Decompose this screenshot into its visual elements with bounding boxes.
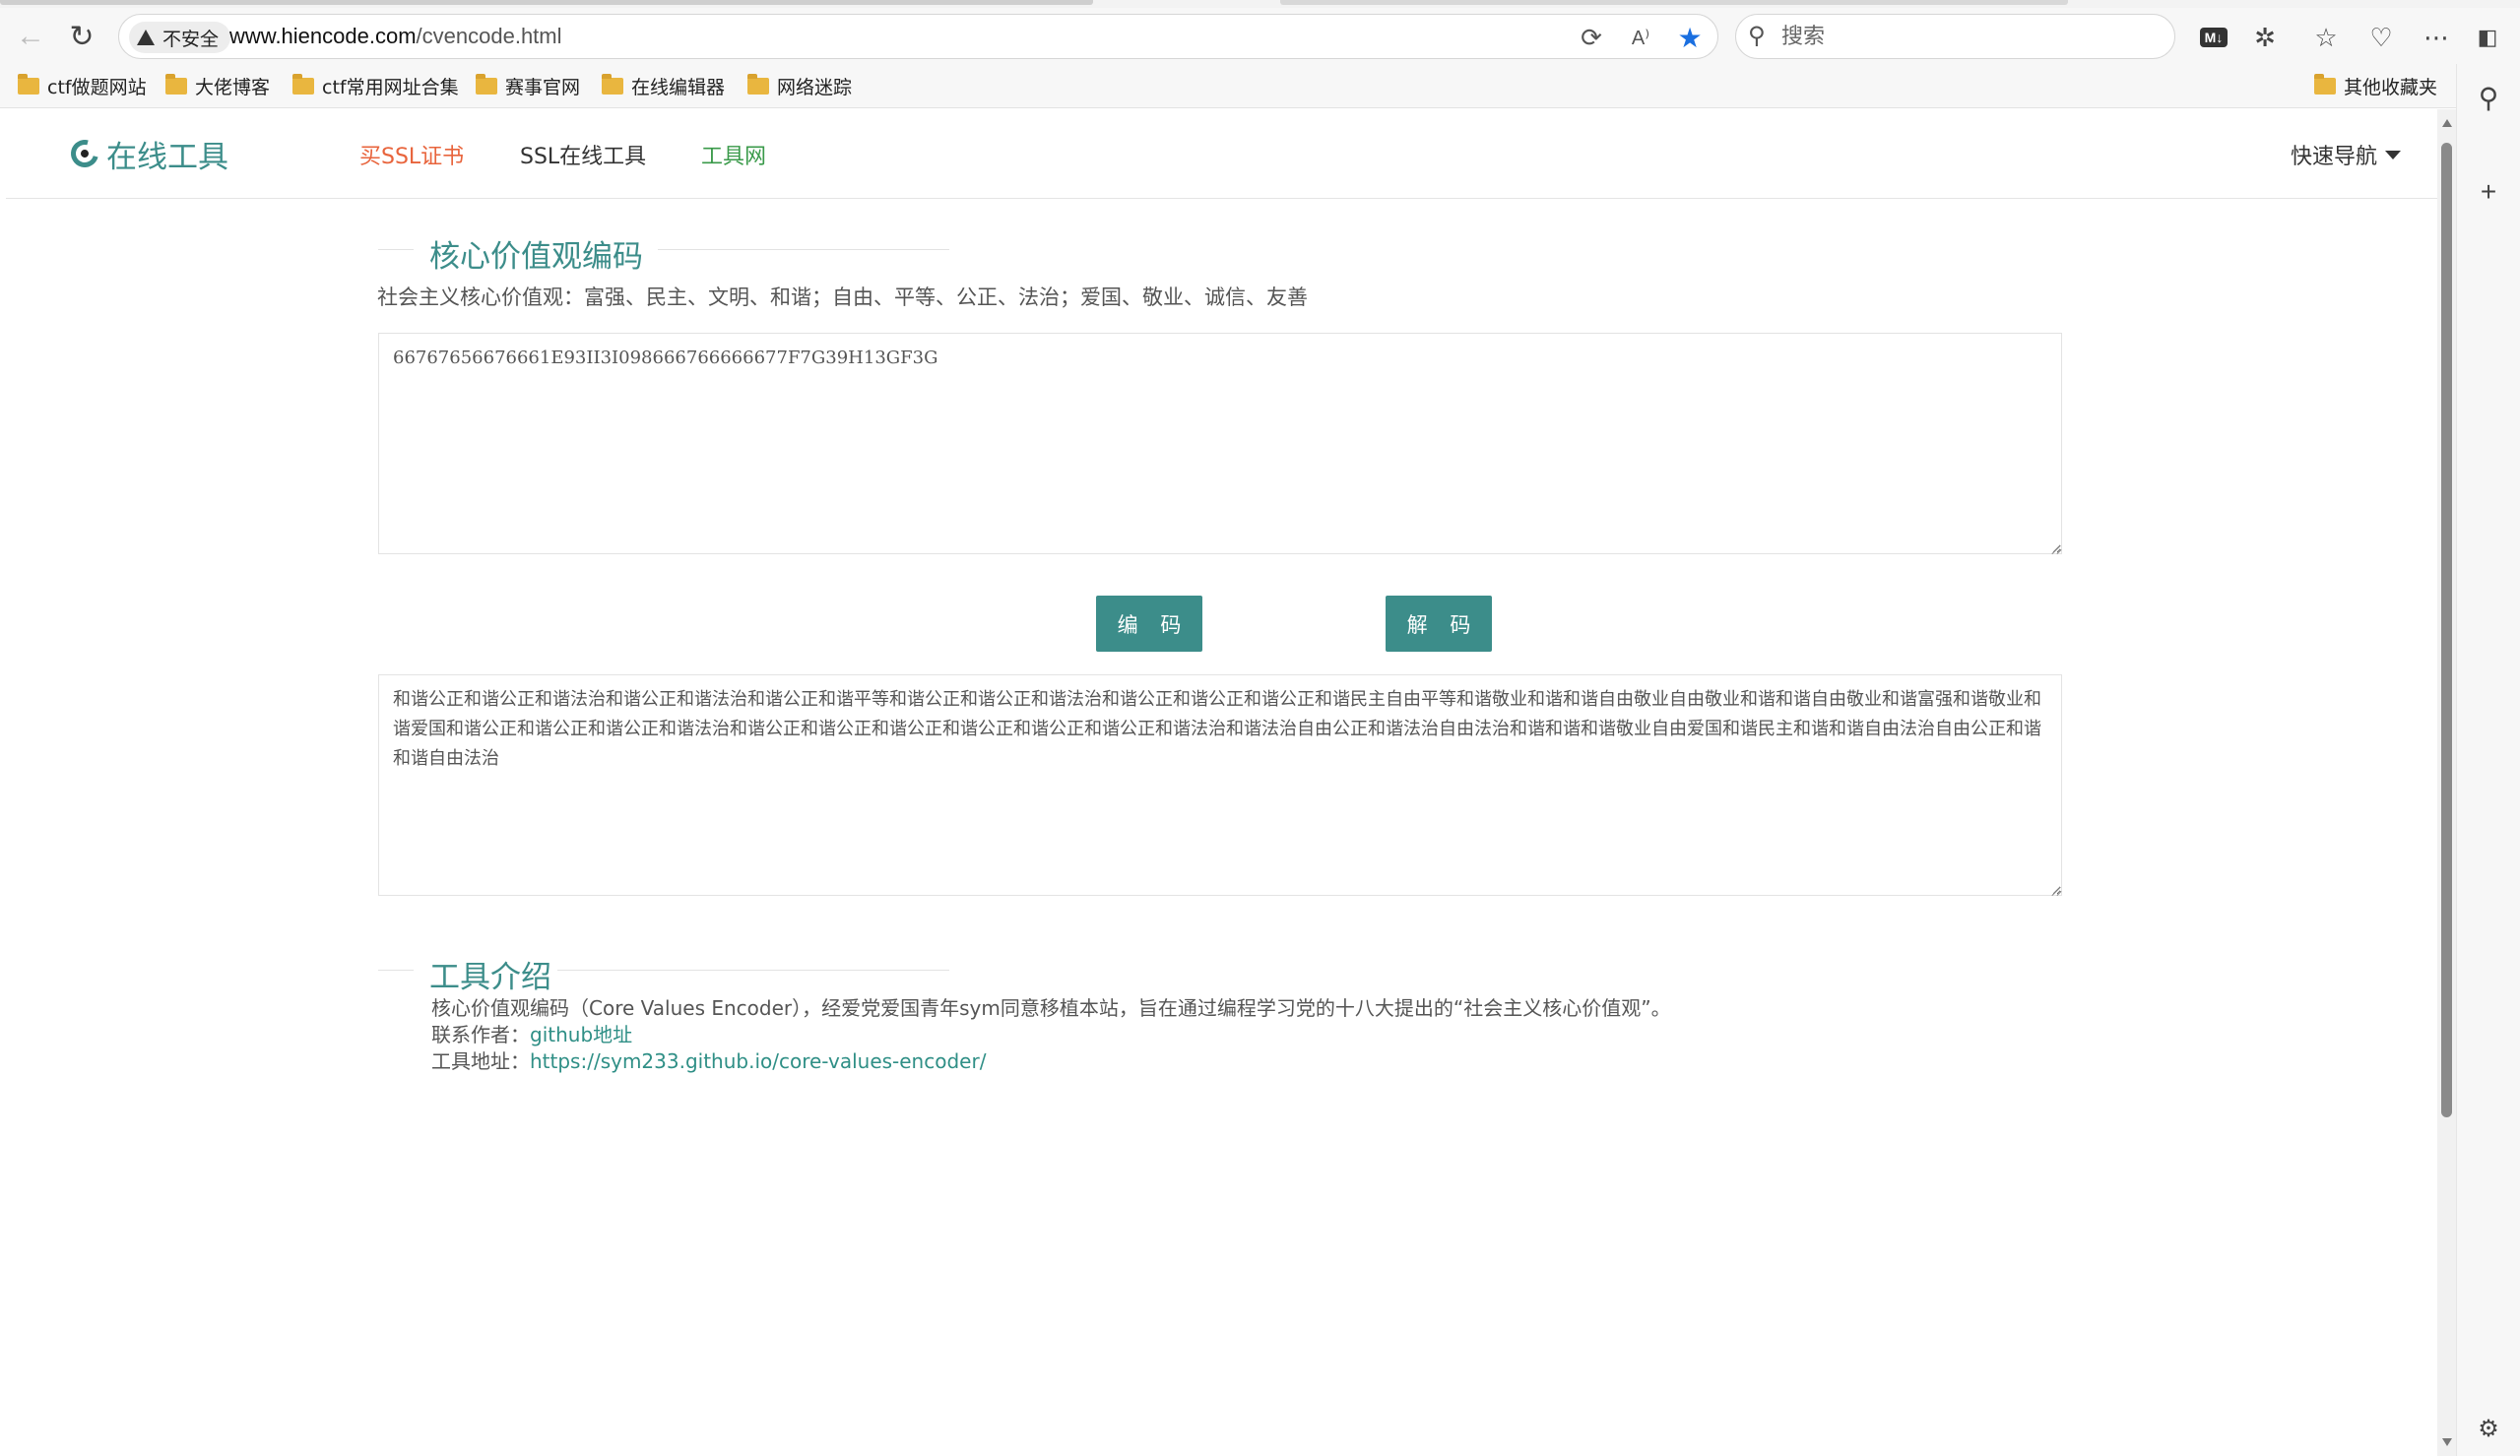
folder-icon (165, 73, 187, 95)
back-arrow-icon[interactable]: ← (12, 18, 49, 55)
settings-gear-icon[interactable]: ⚙ (2471, 1411, 2506, 1446)
folder-icon (18, 73, 39, 95)
page-title: 核心价值观编码 (429, 239, 643, 275)
favorites-icon[interactable]: ☆ (2308, 20, 2344, 55)
more-icon[interactable]: ⋯ (2419, 20, 2454, 55)
extensions-icon[interactable]: ✲ (2247, 20, 2283, 55)
refresh-icon[interactable]: ↻ (63, 18, 100, 55)
browser-toolbar: ← ↻ 不安全 www.hiencode.com/cvencode.html ⟳… (0, 8, 2520, 64)
divider (658, 249, 949, 250)
divider (378, 249, 414, 250)
resize-handle-icon[interactable] (2051, 543, 2061, 553)
scroll-down-icon[interactable] (2442, 1438, 2452, 1446)
quick-nav-label: 快速导航 (2291, 145, 2378, 169)
url-host: www.hiencode.com (229, 24, 417, 48)
bookmark-label: 其他收藏夹 (2344, 76, 2438, 98)
contact-label: 联系作者： (431, 1023, 530, 1046)
logo-text: 在线工具 (106, 139, 228, 175)
scroll-up-icon[interactable] (2442, 119, 2452, 127)
intro-title-block: 工具介绍 (378, 948, 949, 995)
nav-tool-net[interactable]: 工具网 (701, 139, 766, 170)
bookmark-folder[interactable]: ctf常用网址合集 (292, 70, 459, 101)
add-icon[interactable]: + (2471, 174, 2506, 210)
folder-icon (292, 73, 314, 95)
divider (378, 970, 414, 971)
intro-content: 核心价值观编码（Core Values Encoder），经爱党爱国青年sym同… (431, 995, 1671, 1075)
scrollbar-thumb[interactable] (2441, 143, 2452, 1117)
input-textarea[interactable]: 66767656676661E93II3I098666766666677F7G3… (378, 333, 2062, 554)
bookmark-label: ctf常用网址合集 (322, 76, 459, 98)
sidebar-toggle-icon[interactable]: ◧ (2470, 20, 2505, 55)
bookmark-label: 赛事官网 (505, 76, 581, 98)
browser-sidebar: ⚲ + ⚙ (2456, 64, 2520, 1456)
resize-handle-icon[interactable] (2051, 885, 2061, 895)
tool-address-link[interactable]: https://sym233.github.io/core-values-enc… (530, 1049, 986, 1073)
decode-button[interactable]: 解 码 (1386, 596, 1492, 652)
output-textarea[interactable]: 和谐公正和谐公正和谐法治和谐公正和谐法治和谐公正和谐平等和谐公正和谐公正和谐法治… (378, 674, 2062, 896)
bookmark-label: 大佬博客 (195, 76, 271, 98)
encode-button[interactable]: 编 码 (1096, 596, 1202, 652)
bookmark-label: 网络迷踪 (777, 76, 853, 98)
intro-title: 工具介绍 (429, 960, 551, 995)
caret-down-icon (2385, 150, 2402, 159)
active-tab[interactable] (0, 0, 1093, 5)
page-viewport: 在线工具 买SSL证书 SSL在线工具 工具网 快速导航 核心价值观编码 社会主… (6, 109, 2437, 1456)
bookmarks-bar: ctf做题网站 大佬博客 ctf常用网址合集 赛事官网 在线编辑器 网络迷踪 其… (0, 64, 2520, 108)
folder-icon (2314, 73, 2336, 95)
main-title-block: 核心价值观编码 (378, 227, 949, 275)
bookmark-folder[interactable]: 在线编辑器 (602, 70, 725, 101)
folder-icon (747, 73, 769, 95)
tab-strip (0, 0, 2520, 8)
address-label: 工具地址： (431, 1049, 530, 1073)
address-line: 工具地址：https://sym233.github.io/core-value… (431, 1048, 1671, 1075)
bookmark-label: ctf做题网站 (47, 76, 147, 98)
contact-line: 联系作者：github地址 (431, 1022, 1671, 1048)
bookmark-folder[interactable]: 赛事官网 (476, 70, 580, 101)
site-logo[interactable]: 在线工具 (65, 131, 228, 176)
nav-buy-ssl[interactable]: 买SSL证书 (359, 139, 464, 170)
bookmark-folder[interactable]: 网络迷踪 (747, 70, 852, 101)
security-badge[interactable]: 不安全 (129, 22, 231, 53)
search-icon: ⚲ (1748, 23, 1766, 49)
bookmark-folder[interactable]: 大佬博客 (165, 70, 270, 101)
nav-ssl-tools[interactable]: SSL在线工具 (520, 139, 646, 170)
folder-icon (476, 73, 497, 95)
github-link[interactable]: github地址 (530, 1023, 632, 1046)
page-scrollbar[interactable] (2437, 109, 2456, 1456)
read-aloud-icon[interactable]: A⁾ (1624, 21, 1657, 54)
quick-nav-dropdown[interactable]: 快速导航 (2291, 139, 2402, 170)
browser-essentials-icon[interactable]: ♡ (2363, 20, 2399, 55)
browser-search-box[interactable]: ⚲ (1735, 14, 2175, 59)
inactive-tab[interactable] (1280, 0, 2068, 5)
divider (557, 970, 949, 971)
intro-description: 核心价值观编码（Core Values Encoder），经爱党爱国青年sym同… (431, 996, 1671, 1020)
bookmark-label: 在线编辑器 (631, 76, 726, 98)
warning-icon (137, 30, 155, 45)
url-path: /cvencode.html (416, 24, 562, 48)
site-header: 在线工具 买SSL证书 SSL在线工具 工具网 快速导航 (6, 109, 2437, 199)
address-bar[interactable]: 不安全 www.hiencode.com/cvencode.html ⟳ A⁾ … (118, 14, 1718, 59)
bookmark-folder[interactable]: ctf做题网站 (18, 70, 147, 101)
browser-search-input[interactable] (1781, 21, 2156, 52)
url-text[interactable]: www.hiencode.com/cvencode.html (229, 15, 562, 58)
insecure-label: 不安全 (162, 29, 220, 50)
folder-icon (602, 73, 623, 95)
markdown-extension-icon[interactable]: M↓ (2196, 20, 2231, 55)
translate-icon[interactable]: ⟳ (1575, 21, 1608, 54)
logo-icon (65, 134, 104, 173)
favorite-star-icon[interactable]: ★ (1673, 21, 1707, 54)
page-subtitle: 社会主义核心价值观：富强、民主、文明、和谐；自由、平等、公正、法治；爱国、敬业、… (377, 285, 1308, 309)
search-icon[interactable]: ⚲ (2471, 80, 2506, 115)
other-bookmarks-folder[interactable]: 其他收藏夹 (2314, 70, 2437, 101)
